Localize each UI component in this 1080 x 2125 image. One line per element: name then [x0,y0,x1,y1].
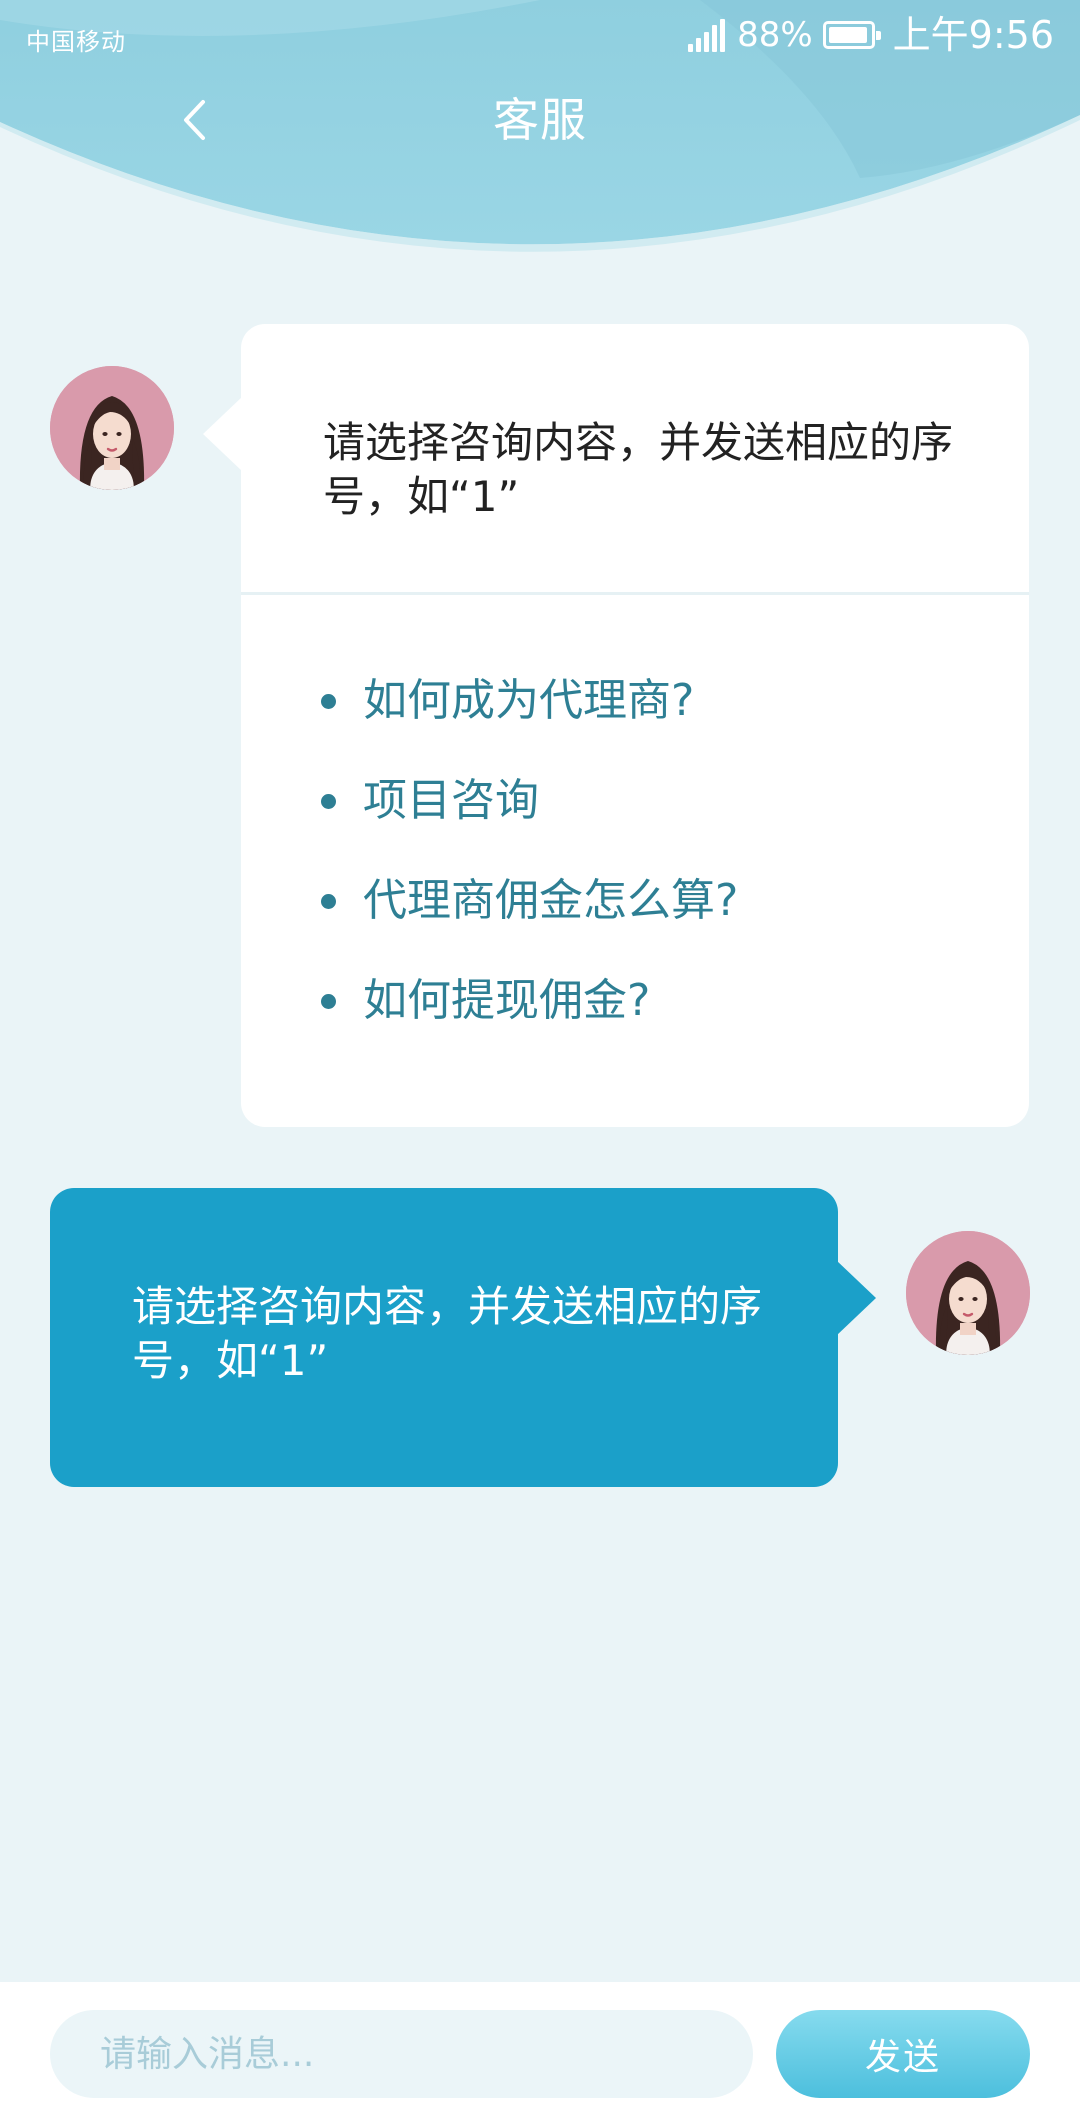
bubble-tail [203,396,243,472]
consult-option[interactable]: 代理商佣金怎么算? [321,870,738,970]
consult-options-list: 如何成为代理商? 项目咨询 代理商佣金怎么算? 如何提现佣金? [321,670,738,1070]
consult-option[interactable]: 如何成为代理商? [321,670,738,770]
agent-avatar[interactable] [50,366,174,490]
user-avatar[interactable] [906,1231,1030,1355]
send-button[interactable]: 发送 [776,2010,1030,2098]
bullet-dot-icon [321,694,336,709]
carrier-label: 中国移动 [26,28,126,56]
bubble-tail [836,1260,876,1336]
bullet-dot-icon [321,994,336,1009]
bot-message-text: 请选择咨询内容，并发送相应的序号，如“1” [323,418,954,521]
battery-percent: 88% [737,15,813,55]
page-title: 客服 [493,93,587,147]
bubble-divider [241,592,1029,595]
status-indicators: 88% 上午9:56 [688,10,1054,60]
bot-message-bubble: 请选择咨询内容，并发送相应的序号，如“1” 如何成为代理商? 项目咨询 代理商佣… [203,324,1029,1127]
signal-icon [688,18,726,52]
consult-option-label: 代理商佣金怎么算? [363,875,739,926]
consult-option-label: 如何成为代理商? [363,675,695,726]
bullet-dot-icon [321,894,336,909]
composer-bar: 发送 [0,1982,1080,2125]
clock: 上午9:56 [892,13,1054,57]
user-portrait-icon [906,1231,1030,1355]
message-input[interactable] [50,2010,753,2098]
user-message-text: 请选择咨询内容，并发送相应的序号，如“1” [132,1282,763,1385]
consult-option-label: 项目咨询 [363,775,539,826]
status-bar: 中国移动 88% 上午9:56 [0,0,1080,80]
consult-option-label: 如何提现佣金? [363,975,651,1026]
user-message-bubble: 请选择咨询内容，并发送相应的序号，如“1” [50,1188,876,1487]
consult-option[interactable]: 如何提现佣金? [321,970,738,1070]
agent-portrait-icon [50,366,174,490]
bullet-dot-icon [321,794,336,809]
consult-option[interactable]: 项目咨询 [321,770,738,870]
battery-icon [822,21,881,49]
